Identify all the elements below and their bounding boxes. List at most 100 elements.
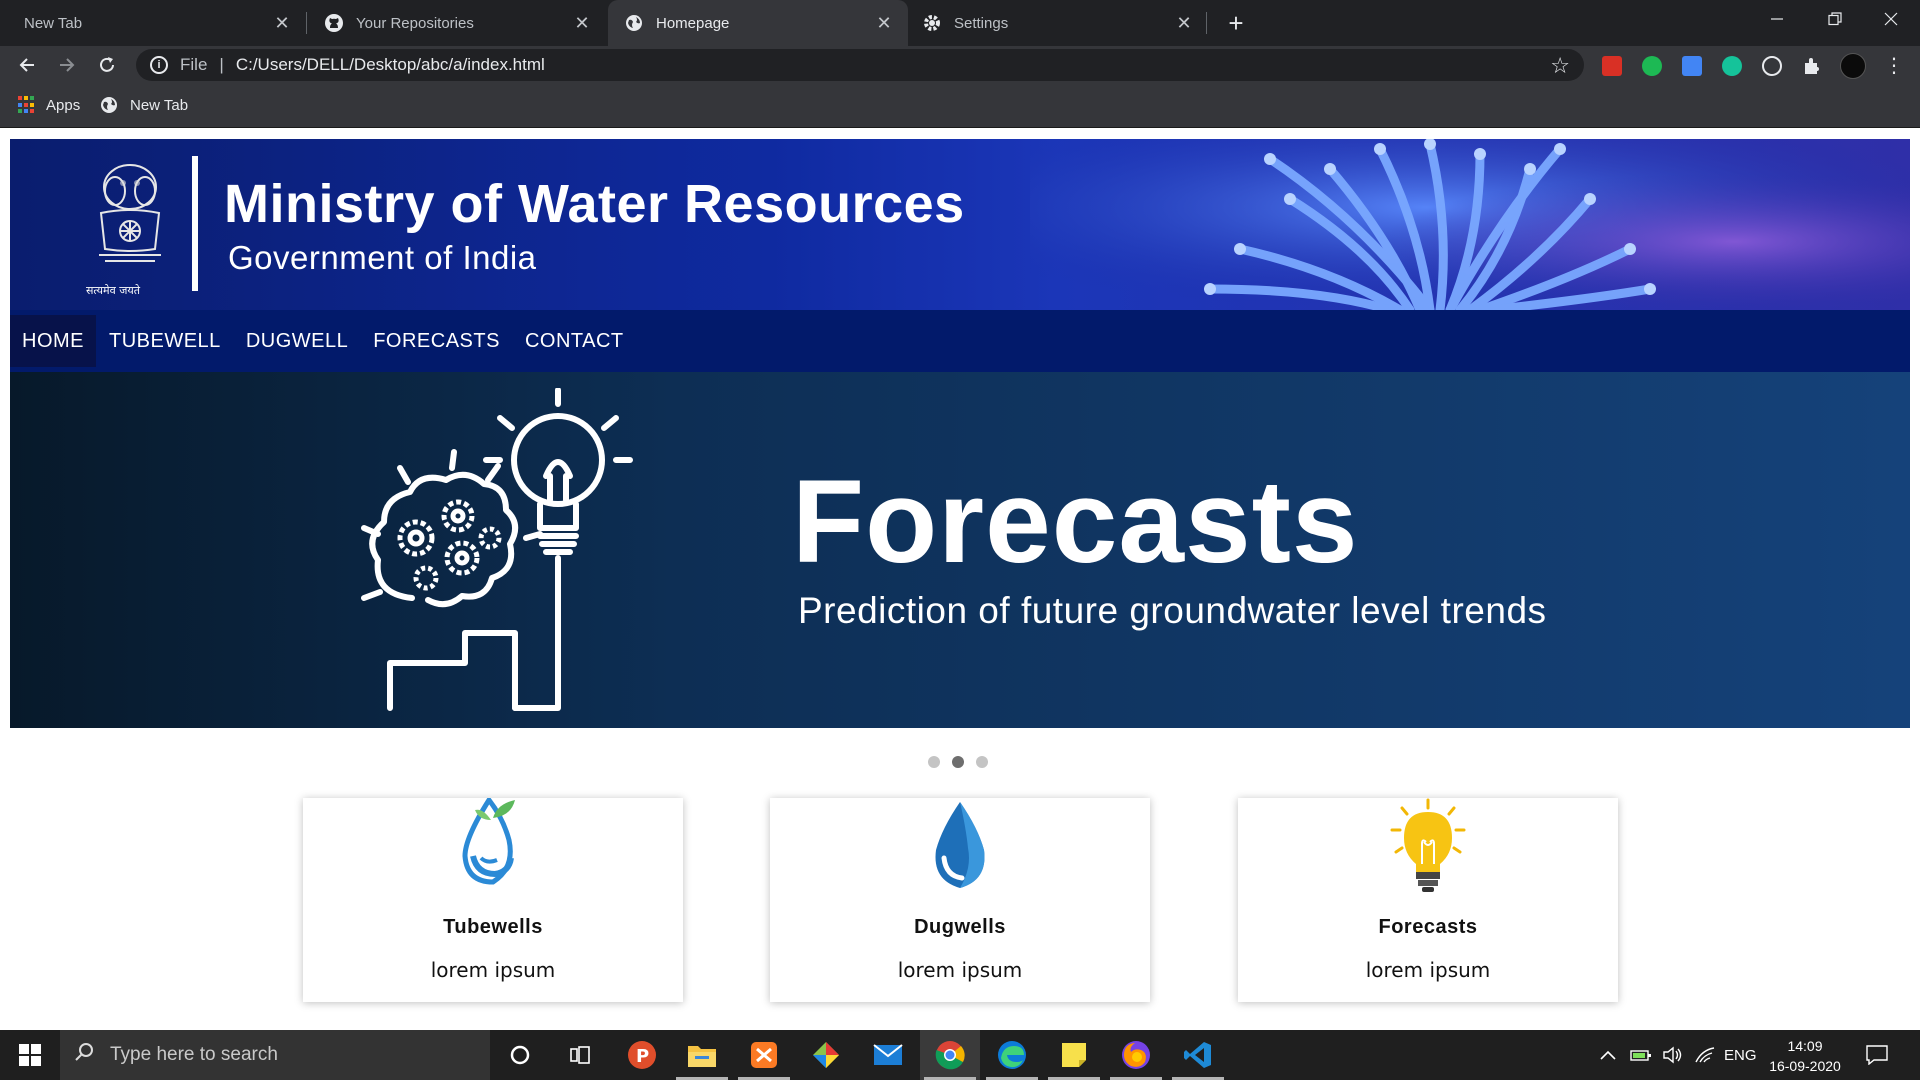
volume-icon[interactable]: [1662, 1030, 1684, 1080]
browser-tab-strip: New Tab ✕ Your Repositories ✕ Homepage ✕…: [0, 0, 1920, 46]
reload-button[interactable]: [92, 50, 122, 80]
postman-app-icon[interactable]: P: [612, 1030, 672, 1080]
globe-icon: [100, 96, 118, 114]
coral-reef-image: [1030, 139, 1910, 310]
windows-taskbar: Type here to search P ENG 14:09 16-09-20…: [0, 1030, 1920, 1080]
file-explorer-icon[interactable]: [672, 1030, 732, 1080]
svg-text:P: P: [636, 1046, 649, 1067]
vscode-app-icon[interactable]: [1168, 1030, 1228, 1080]
firefox-app-icon[interactable]: [1106, 1030, 1166, 1080]
bookmark-new-tab[interactable]: New Tab: [100, 94, 188, 116]
start-button[interactable]: [0, 1030, 60, 1080]
address-divider: |: [219, 55, 224, 74]
cortana-icon[interactable]: [490, 1030, 550, 1080]
hero-subtitle: Prediction of future groundwater level t…: [798, 590, 1547, 631]
address-bar[interactable]: i File | C:/Users/DELL/Desktop/abc/a/ind…: [136, 49, 1584, 81]
extension-blue-icon[interactable]: [1682, 56, 1702, 76]
github-icon: [324, 13, 344, 33]
site-subtitle: Government of India: [228, 239, 537, 276]
globe-icon: [624, 13, 644, 33]
tab-new-tab[interactable]: New Tab ✕: [0, 0, 306, 46]
web-page: सत्यमेव जयते Ministry of Water Resources…: [0, 128, 1920, 1030]
tab-title: Settings: [954, 14, 1009, 32]
nav-forecasts[interactable]: FORECASTS: [361, 315, 512, 367]
search-placeholder: Type here to search: [110, 1044, 278, 1065]
nav-contact[interactable]: CONTACT: [513, 315, 636, 367]
minimize-button[interactable]: [1748, 0, 1806, 38]
notifications-icon[interactable]: [1866, 1030, 1888, 1080]
close-window-button[interactable]: [1862, 0, 1920, 38]
apps-grid-icon: [18, 96, 36, 114]
extension-green-icon[interactable]: [1642, 56, 1662, 76]
profile-avatar[interactable]: [1840, 53, 1866, 79]
language-indicator[interactable]: ENG: [1724, 1030, 1757, 1080]
tab-title: New Tab: [24, 14, 83, 32]
xampp-icon[interactable]: [734, 1030, 794, 1080]
card-description: lorem ipsum: [1365, 958, 1491, 982]
close-icon[interactable]: ✕: [270, 11, 294, 35]
carousel-dot-2[interactable]: [952, 756, 964, 768]
nav-tubewell[interactable]: TUBEWELL: [97, 315, 233, 367]
tab-separator: [1206, 12, 1207, 34]
extension-bookmark-icon[interactable]: [1602, 56, 1622, 76]
restore-button[interactable]: [1806, 0, 1864, 38]
taskbar-search-box[interactable]: Type here to search: [60, 1030, 490, 1080]
battery-icon[interactable]: [1630, 1030, 1652, 1080]
chrome-app-icon[interactable]: [920, 1030, 980, 1080]
new-tab-button[interactable]: +: [1221, 8, 1251, 38]
tab-settings[interactable]: Settings ✕: [910, 0, 1208, 46]
back-button[interactable]: [12, 50, 42, 80]
card-description: lorem ipsum: [897, 958, 1023, 982]
wifi-icon[interactable]: [1694, 1030, 1716, 1080]
system-clock[interactable]: 14:09 16-09-2020: [1760, 1036, 1850, 1076]
nav-home[interactable]: HOME: [10, 315, 96, 367]
brain-lightbulb-icon: [361, 388, 633, 711]
close-icon[interactable]: ✕: [1172, 11, 1196, 35]
tab-homepage[interactable]: Homepage ✕: [608, 0, 908, 46]
nav-dugwell[interactable]: DUGWELL: [234, 315, 360, 367]
grammarly-icon[interactable]: [1722, 56, 1742, 76]
bookmark-apps[interactable]: Apps: [18, 94, 80, 116]
clock-time: 14:09: [1787, 1038, 1823, 1054]
forward-button[interactable]: [52, 50, 82, 80]
carousel-dot-3[interactable]: [976, 756, 988, 768]
menu-kebab-icon[interactable]: ⋮: [1884, 56, 1904, 76]
lightbulb-icon: [1390, 798, 1466, 892]
carousel-dot-1[interactable]: [928, 756, 940, 768]
clock-date: 16-09-2020: [1769, 1058, 1841, 1074]
site-title: Ministry of Water Resources: [224, 174, 965, 234]
info-icon[interactable]: i: [150, 56, 168, 74]
show-hidden-icons-chevron-up-icon[interactable]: [1600, 1030, 1616, 1080]
bookmarks-bar: Apps New Tab: [0, 84, 1920, 128]
sticky-notes-icon[interactable]: [1044, 1030, 1104, 1080]
carousel-indicators: [928, 756, 988, 768]
close-icon[interactable]: ✕: [570, 11, 594, 35]
windows-logo-icon: [19, 1044, 41, 1066]
mail-app-icon[interactable]: [858, 1030, 918, 1080]
bookmark-label: New Tab: [130, 96, 189, 114]
tab-your-repositories[interactable]: Your Repositories ✕: [308, 0, 606, 46]
bookmark-label: Apps: [46, 96, 81, 114]
git-app-icon[interactable]: [796, 1030, 856, 1080]
extension-circle-icon[interactable]: [1762, 56, 1782, 76]
edge-app-icon[interactable]: [982, 1030, 1042, 1080]
card-title: Tubewells: [443, 916, 543, 938]
extensions-puzzle-icon[interactable]: [1802, 56, 1822, 76]
address-scheme: File: [180, 55, 208, 74]
card-description: lorem ipsum: [430, 958, 556, 982]
close-icon[interactable]: ✕: [872, 11, 896, 35]
card-title: Forecasts: [1378, 916, 1478, 938]
card-forecasts[interactable]: Forecasts lorem ipsum: [1238, 798, 1618, 1002]
card-tubewells[interactable]: Tubewells lorem ipsum: [303, 798, 683, 1002]
search-icon: [74, 1042, 94, 1068]
bookmark-star-icon[interactable]: ☆: [1550, 53, 1570, 79]
water-drop-icon: [935, 802, 985, 888]
hero-title: Forecasts: [792, 456, 1359, 588]
address-url: C:/Users/DELL/Desktop/abc/a/index.html: [235, 55, 545, 74]
tab-title: Your Repositories: [356, 14, 474, 32]
browser-toolbar: i File | C:/Users/DELL/Desktop/abc/a/ind…: [0, 46, 1920, 84]
task-view-icon[interactable]: [550, 1030, 610, 1080]
card-dugwells[interactable]: Dugwells lorem ipsum: [770, 798, 1150, 1002]
header-divider: [192, 156, 198, 291]
main-navigation: HOME TUBEWELL DUGWELL FORECASTS CONTACT: [10, 310, 1910, 372]
